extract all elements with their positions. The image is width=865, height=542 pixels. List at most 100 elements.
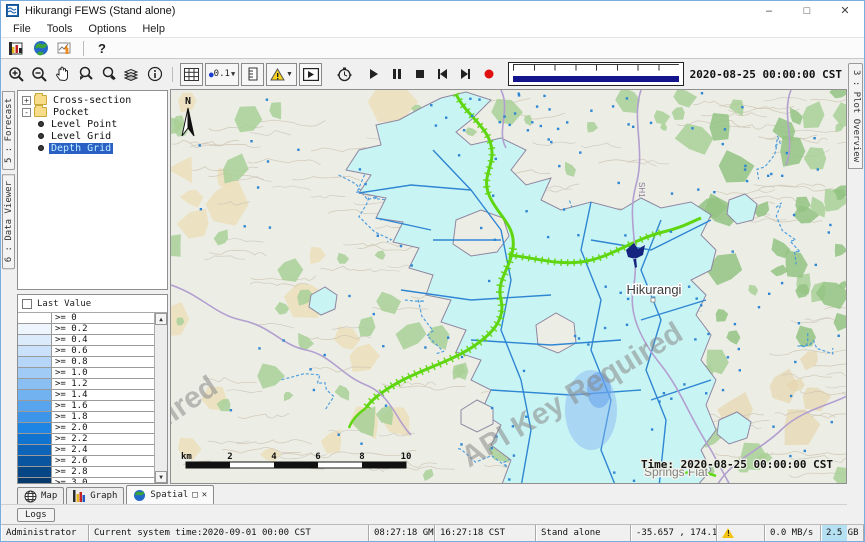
toolbar-separator xyxy=(83,41,84,56)
tab-forecast[interactable]: 5 : Forecast xyxy=(2,91,15,170)
app-logo-icon xyxy=(6,4,19,17)
grid-display-button[interactable] xyxy=(180,63,203,86)
tree-item-level-point[interactable]: Level Point xyxy=(22,118,167,130)
legend-swatch xyxy=(18,445,52,455)
legend-swatch xyxy=(18,346,52,356)
zoom-previous-icon[interactable] xyxy=(74,63,97,86)
data-display-icon[interactable] xyxy=(5,39,29,58)
legend-row[interactable]: >= 1.8 xyxy=(18,412,154,423)
scroll-down-icon[interactable]: ▼ xyxy=(155,471,167,483)
help-button[interactable]: ? xyxy=(90,41,114,56)
svg-text:6: 6 xyxy=(315,452,320,462)
left-panel: + Cross-section - Pocket Level P xyxy=(16,89,170,484)
legend-swatch xyxy=(18,379,52,389)
svg-text:4: 4 xyxy=(271,452,277,462)
legend-row[interactable]: >= 2.2 xyxy=(18,434,154,445)
record-button[interactable] xyxy=(477,63,500,86)
tree-item-level-grid[interactable]: Level Grid xyxy=(22,130,167,142)
legend-row-label: >= 3.0 xyxy=(52,478,154,483)
timeline-progress-bar xyxy=(513,76,679,82)
animation-display-button[interactable] xyxy=(299,63,322,86)
skip-to-start-button[interactable] xyxy=(431,63,454,86)
legend-row[interactable]: >= 2.6 xyxy=(18,456,154,467)
spatial-map-view[interactable]: Hikurangi Springs Flat SH1 API Key Requi… xyxy=(170,89,847,484)
menu-help[interactable]: Help xyxy=(134,22,173,36)
legend-swatch xyxy=(18,401,52,411)
layer-tree: + Cross-section - Pocket Level P xyxy=(17,90,168,290)
warning-icon xyxy=(722,528,734,538)
legend-row[interactable]: >= 1.0 xyxy=(18,368,154,379)
legend-row[interactable]: >= 0 xyxy=(18,313,154,324)
tab-spatial-active[interactable]: Spatial □ ✕ xyxy=(126,485,214,504)
legend-row[interactable]: >= 0.2 xyxy=(18,324,154,335)
logs-button[interactable]: Logs xyxy=(17,508,55,522)
legend-row[interactable]: >= 0.6 xyxy=(18,346,154,357)
tree-item-label-selected[interactable]: Depth Grid xyxy=(49,143,113,154)
timeline-slider[interactable] xyxy=(508,62,684,86)
legend-row-label: >= 1.0 xyxy=(52,368,154,378)
animation-settings-icon[interactable] xyxy=(333,63,356,86)
legend-row[interactable]: >= 1.2 xyxy=(18,379,154,390)
minimize-button[interactable]: – xyxy=(750,1,788,20)
tab-data-viewer[interactable]: 6 : Data Viewer xyxy=(2,174,15,269)
legend-row[interactable]: >= 0.8 xyxy=(18,357,154,368)
tree-item-label[interactable]: Pocket xyxy=(51,107,91,118)
stop-button[interactable] xyxy=(408,63,431,86)
timeseries-import-icon[interactable] xyxy=(53,39,77,58)
expand-icon[interactable]: + xyxy=(22,96,31,105)
skip-to-end-button[interactable] xyxy=(454,63,477,86)
collapse-icon[interactable]: - xyxy=(22,108,31,117)
play-button[interactable] xyxy=(362,63,385,86)
thresholds-dropdown[interactable]: ▼ xyxy=(266,63,297,86)
legend-row[interactable]: >= 1.6 xyxy=(18,401,154,412)
pause-button[interactable] xyxy=(385,63,408,86)
profile-display-button[interactable] xyxy=(241,63,264,86)
legend-row[interactable]: >= 2.0 xyxy=(18,423,154,434)
legend-scrollbar[interactable]: ▲ ▼ xyxy=(154,313,167,483)
legend-row[interactable]: >= 0.4 xyxy=(18,335,154,346)
zoom-out-icon[interactable] xyxy=(28,63,51,86)
tree-item-label[interactable]: Level Point xyxy=(49,119,119,130)
tree-item-label[interactable]: Level Grid xyxy=(49,131,113,142)
zoom-next-icon[interactable] xyxy=(97,63,120,86)
scroll-up-icon[interactable]: ▲ xyxy=(155,313,167,325)
toolbar-separator xyxy=(172,67,173,82)
main-toolbar: ? xyxy=(1,38,864,59)
close-button[interactable]: ✕ xyxy=(826,1,864,20)
legend-row-label: >= 0.4 xyxy=(52,335,154,345)
menu-tools[interactable]: Tools xyxy=(39,22,81,36)
menu-options[interactable]: Options xyxy=(80,22,134,36)
spatial-display-icon[interactable] xyxy=(29,39,53,58)
town-label: Hikurangi xyxy=(627,282,682,297)
tree-item-depth-grid[interactable]: Depth Grid xyxy=(22,142,167,154)
legend-row[interactable]: >= 2.4 xyxy=(18,445,154,456)
zoom-in-icon[interactable] xyxy=(5,63,28,86)
status-bar: Administrator Current system time:2020-0… xyxy=(1,524,864,541)
legend-row[interactable]: >= 1.4 xyxy=(18,390,154,401)
menu-file[interactable]: File xyxy=(5,22,39,36)
legend-row[interactable]: >= 3.0 xyxy=(18,478,154,483)
status-coordinates: -35.657 , 174.199 xyxy=(631,525,717,541)
logs-row: Logs xyxy=(1,504,847,524)
last-value-checkbox[interactable] xyxy=(22,299,32,309)
tab-close-icon[interactable]: ✕ xyxy=(202,490,207,500)
legend-swatch xyxy=(18,324,52,334)
tree-item-label[interactable]: Cross-section xyxy=(51,95,133,106)
contour-interval-dropdown[interactable]: ●0.1▼ xyxy=(205,63,239,86)
info-icon[interactable] xyxy=(143,63,166,86)
maximize-button[interactable]: □ xyxy=(788,1,826,20)
tab-maximize-icon[interactable]: □ xyxy=(192,490,197,500)
tab-plot-overview[interactable]: 3 : Plot Overview xyxy=(848,63,863,169)
tab-map[interactable]: Map xyxy=(17,487,64,504)
tab-label: Map xyxy=(41,491,57,501)
globe-icon xyxy=(133,489,146,502)
chevron-down-icon: ▼ xyxy=(286,71,293,78)
legend-row[interactable]: >= 2.8 xyxy=(18,467,154,478)
status-local-time: 16:27:18 CST xyxy=(435,525,536,541)
layers-icon[interactable] xyxy=(120,63,143,86)
tree-item-pocket[interactable]: - Pocket xyxy=(22,106,167,118)
tree-item-cross-section[interactable]: + Cross-section xyxy=(22,94,167,106)
pan-hand-icon[interactable] xyxy=(51,63,74,86)
status-warning-cell[interactable] xyxy=(717,525,765,541)
tab-graph[interactable]: Graph xyxy=(66,487,124,504)
